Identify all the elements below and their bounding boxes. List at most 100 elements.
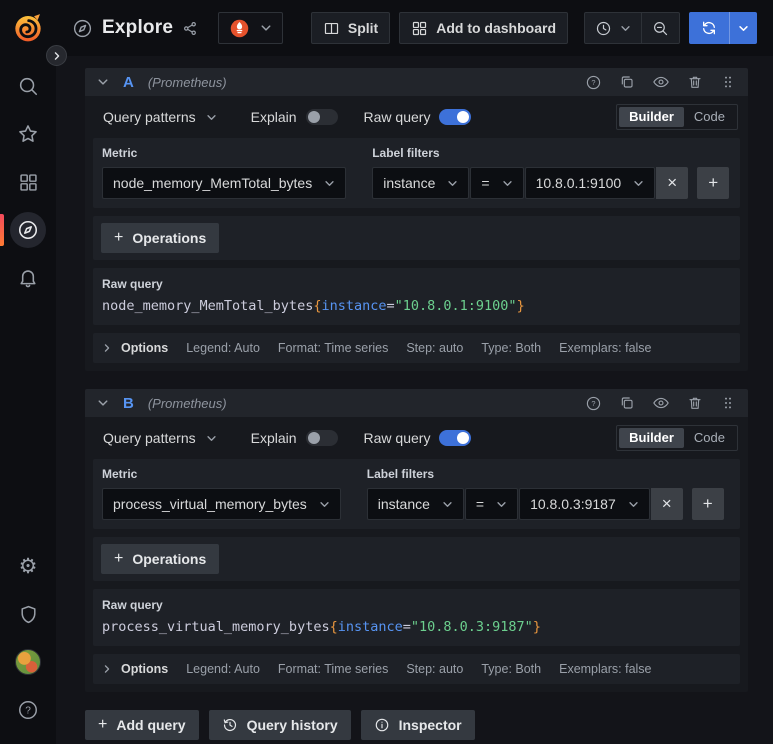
sidebar-item-alerting[interactable] — [0, 254, 56, 302]
add-operation-button[interactable]: + Operations — [101, 544, 220, 574]
share-icon[interactable] — [182, 20, 199, 37]
metric-select[interactable]: node_memory_MemTotal_bytes — [102, 167, 347, 199]
metric-and-filters-card: Metric node_memory_MemTotal_bytes Label … — [93, 138, 740, 208]
chevron-down-icon — [497, 501, 506, 507]
filter-operator-select[interactable]: = — [470, 167, 524, 199]
explain-toggle[interactable] — [305, 109, 338, 125]
sidebar-item-help[interactable]: ? — [0, 686, 56, 734]
chevron-down-icon — [261, 25, 271, 31]
remove-filter-button[interactable]: × — [650, 488, 683, 520]
secondary-actions: + Add query Query history Inspector — [85, 710, 748, 740]
sidebar: ⚙ ? — [0, 0, 56, 744]
option-type: Type: Both — [481, 662, 542, 676]
sidebar-item-profile[interactable] — [0, 638, 56, 686]
chevron-down-icon — [621, 25, 630, 31]
query-help-icon[interactable]: ? — [585, 74, 602, 91]
toggle-visibility-icon[interactable] — [652, 73, 670, 91]
metric-field-label: Metric — [102, 146, 138, 160]
sidebar-item-settings[interactable]: ⚙ — [0, 542, 56, 590]
split-view-icon — [324, 22, 338, 34]
add-filter-button[interactable]: + — [697, 167, 730, 199]
query-history-button[interactable]: Query history — [208, 710, 351, 740]
svg-text:?: ? — [25, 706, 31, 717]
query-options-collapse[interactable]: Options Legend: Auto Format: Time series… — [93, 333, 740, 363]
add-filter-button[interactable]: + — [691, 488, 724, 520]
sidebar-item-server-admin[interactable] — [0, 590, 56, 638]
add-operation-button[interactable]: + Operations — [101, 223, 220, 253]
sidebar-expand-button[interactable] — [46, 45, 67, 66]
remove-query-icon[interactable] — [687, 395, 703, 411]
code-mode-option[interactable]: Code — [684, 107, 735, 127]
chevron-down-icon — [629, 501, 638, 507]
filter-key-select[interactable]: instance — [372, 167, 470, 199]
drag-handle-icon[interactable] — [720, 395, 736, 411]
sidebar-item-search[interactable] — [0, 62, 56, 110]
svg-text:?: ? — [591, 78, 595, 87]
query-help-icon[interactable]: ? — [585, 395, 602, 412]
plus-icon: + — [114, 229, 124, 246]
builder-mode-option[interactable]: Builder — [619, 107, 684, 127]
query-row-header[interactable]: B (Prometheus) ? — [85, 389, 748, 417]
duplicate-query-icon[interactable] — [619, 395, 635, 411]
explain-toggle[interactable] — [305, 430, 338, 446]
bell-icon — [20, 270, 36, 288]
duplicate-query-icon[interactable] — [619, 74, 635, 90]
remove-query-icon[interactable] — [687, 74, 703, 90]
prometheus-icon — [230, 19, 249, 37]
search-minus-icon — [654, 21, 668, 35]
star-icon — [19, 125, 37, 142]
filter-operator-select[interactable]: = — [464, 488, 519, 520]
remove-filter-button[interactable]: × — [656, 167, 689, 199]
filter-value-select[interactable]: 10.8.0.1:9100 — [524, 167, 656, 199]
metric-select[interactable]: process_virtual_memory_bytes — [102, 488, 341, 520]
query-editor-body: Query patterns Explain Raw query Builder… — [85, 96, 748, 371]
filter-key-select[interactable]: instance — [366, 488, 464, 520]
query-ref-id: A — [123, 73, 134, 91]
raw-query-toggle[interactable] — [439, 430, 472, 446]
sidebar-item-explore[interactable] — [0, 206, 56, 254]
editor-mode-switch: Builder Code — [616, 104, 738, 130]
explore-compass-icon — [73, 19, 92, 37]
inspector-button[interactable]: Inspector — [360, 710, 475, 740]
label-filters-field: Label filters instance = — [366, 467, 724, 520]
split-button[interactable]: Split — [310, 12, 391, 44]
metric-field: Metric node_memory_MemTotal_bytes — [102, 146, 347, 199]
chevron-right-icon — [54, 51, 59, 60]
plus-icon: + — [114, 550, 124, 567]
datasource-picker[interactable] — [218, 12, 284, 44]
add-query-button[interactable]: + Add query — [85, 710, 199, 740]
toolbar-right: Split Add to dashboard — [310, 12, 757, 44]
grafana-logo-icon[interactable] — [12, 12, 44, 44]
query-patterns-dropdown[interactable]: Query patterns — [95, 430, 225, 446]
label-filters-label: Label filters — [366, 467, 435, 481]
chevron-down-icon — [206, 114, 216, 120]
chevron-down-icon — [634, 180, 643, 186]
code-mode-option[interactable]: Code — [684, 428, 735, 448]
collapse-chevron-icon[interactable] — [97, 397, 109, 409]
explore-content: A (Prometheus) ? Query patterns Explain … — [56, 56, 773, 744]
filter-value-select[interactable]: 10.8.0.3:9187 — [519, 488, 650, 520]
zoom-out-time-button[interactable] — [641, 13, 679, 43]
time-range-picker[interactable] — [585, 13, 641, 43]
query-options-collapse[interactable]: Options Legend: Auto Format: Time series… — [93, 654, 740, 684]
run-query-button[interactable] — [689, 12, 757, 44]
explore-toolbar: Explore Split Add to dashboard — [56, 0, 773, 56]
builder-mode-option[interactable]: Builder — [619, 428, 684, 448]
run-interval-dropdown[interactable] — [729, 12, 757, 44]
raw-query-toggle[interactable] — [439, 109, 472, 125]
search-icon — [19, 77, 38, 96]
shield-icon — [20, 605, 36, 623]
raw-query-label: Raw query — [102, 277, 163, 291]
collapse-chevron-icon[interactable] — [97, 76, 109, 88]
drag-handle-icon[interactable] — [720, 74, 736, 90]
toggle-visibility-icon[interactable] — [652, 394, 670, 412]
query-patterns-dropdown[interactable]: Query patterns — [95, 109, 225, 125]
add-to-dashboard-button[interactable]: Add to dashboard — [399, 12, 568, 44]
operations-card: + Operations — [93, 216, 740, 260]
option-exemplars: Exemplars: false — [559, 341, 652, 355]
query-row-header[interactable]: A (Prometheus) ? — [85, 68, 748, 96]
sidebar-item-starred[interactable] — [0, 110, 56, 158]
chevron-down-icon — [448, 180, 457, 186]
clock-icon — [596, 21, 611, 35]
sidebar-item-dashboards[interactable] — [0, 158, 56, 206]
